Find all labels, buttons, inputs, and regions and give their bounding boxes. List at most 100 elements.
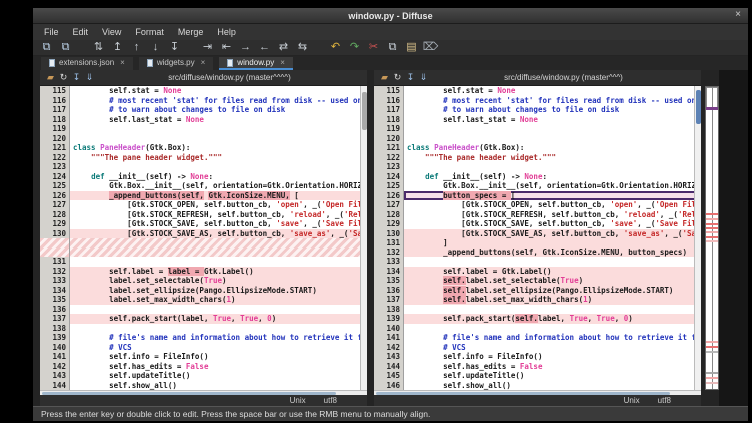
next-difference-button[interactable]: ↓: [146, 40, 165, 55]
tab-close-icon[interactable]: ×: [280, 58, 285, 67]
tab-widgets-py[interactable]: widgets.py×: [139, 57, 213, 70]
code-line[interactable]: 115 self.stat = None: [40, 86, 367, 96]
code-line[interactable]: 126 button_specs = [: [374, 191, 701, 201]
scrollbar-thumb[interactable]: [696, 90, 701, 124]
code-line[interactable]: [40, 238, 367, 248]
code-line[interactable]: 138: [374, 305, 701, 315]
code-line[interactable]: 144 self.show_all(): [40, 381, 367, 391]
menu-item-view[interactable]: View: [95, 27, 128, 37]
vertical-scrollbar[interactable]: [360, 86, 367, 390]
tab-extensions-json[interactable]: extensions.json×: [41, 57, 133, 70]
code-line[interactable]: 125 Gtk.Box.__init__(self, orientation=G…: [40, 181, 367, 191]
code-line[interactable]: 116 # most recent 'stat' for files read …: [374, 96, 701, 106]
menu-item-file[interactable]: File: [37, 27, 66, 37]
code-line[interactable]: 119: [40, 124, 367, 134]
code-line[interactable]: 141 self.info = FileInfo(): [40, 352, 367, 362]
realign-all-button[interactable]: ⇅: [89, 40, 108, 55]
code-line[interactable]: 121class PaneHeader(Gtk.Box):: [40, 143, 367, 153]
open-file-icon[interactable]: ▰: [378, 70, 391, 85]
horizontal-scrollbar[interactable]: [374, 390, 701, 395]
code-line[interactable]: 117 # to warn about changes to file on d…: [40, 105, 367, 115]
clear-edits-button[interactable]: ⌦: [421, 40, 440, 55]
code-line[interactable]: 131: [40, 257, 367, 267]
code-line[interactable]: 122 """The pane header widget.""": [374, 153, 701, 163]
save-file-icon[interactable]: ↧: [70, 70, 83, 85]
merge-from-left-then-right-button[interactable]: ⇄: [274, 40, 293, 55]
code-line[interactable]: 121class PaneHeader(Gtk.Box):: [374, 143, 701, 153]
scrollbar-thumb[interactable]: [42, 392, 336, 395]
code-line[interactable]: 140 # VCS: [40, 343, 367, 353]
scrollbar-thumb[interactable]: [362, 92, 367, 130]
code-line[interactable]: 122 """The pane header widget.""": [40, 153, 367, 163]
redo-button[interactable]: ↷: [345, 40, 364, 55]
merge-from-right-then-left-button[interactable]: ⇆: [293, 40, 312, 55]
code-line[interactable]: 124 def __init__(self) -> None:: [374, 172, 701, 182]
menu-item-format[interactable]: Format: [128, 27, 171, 37]
code-view-right[interactable]: 115 self.stat = None116 # most recent 's…: [374, 86, 701, 390]
code-line[interactable]: 137 self.pack_start(label, True, True, 0…: [40, 314, 367, 324]
code-line[interactable]: 116 # most recent 'stat' for files read …: [40, 96, 367, 106]
code-line[interactable]: 129 [Gtk.STOCK_SAVE, self.button_cb, 'sa…: [40, 219, 367, 229]
overview-map[interactable]: [705, 86, 719, 390]
code-line[interactable]: 146 self.show_all(): [374, 381, 701, 391]
code-line[interactable]: 132 _append_buttons(self, Gtk.IconSize.M…: [374, 248, 701, 258]
code-line[interactable]: 128 [Gtk.STOCK_REFRESH, self.button_cb, …: [40, 210, 367, 220]
code-line[interactable]: 130 [Gtk.STOCK_SAVE_AS, self.button_cb, …: [40, 229, 367, 239]
code-line[interactable]: 136: [40, 305, 367, 315]
code-line[interactable]: 117 # to warn about changes to file on d…: [374, 105, 701, 115]
code-line[interactable]: 126 _append_buttons(self, Gtk.IconSize.M…: [40, 191, 367, 201]
code-line[interactable]: 143 self.info = FileInfo(): [374, 352, 701, 362]
copy-selection-left-button[interactable]: ⇤: [217, 40, 236, 55]
code-line[interactable]: 137 self.label.set_max_width_chars(1): [374, 295, 701, 305]
tab-window-py[interactable]: window.py×: [219, 57, 293, 70]
code-line[interactable]: 145 self.updateTitle(): [374, 371, 701, 381]
code-line[interactable]: 133: [374, 257, 701, 267]
code-line[interactable]: 128 [Gtk.STOCK_REFRESH, self.button_cb, …: [374, 210, 701, 220]
code-line[interactable]: 120: [374, 134, 701, 144]
code-line[interactable]: 115 self.stat = None: [374, 86, 701, 96]
code-line[interactable]: 141 # file's name and information about …: [374, 333, 701, 343]
save-file-as-icon[interactable]: ⇓: [83, 70, 96, 85]
new-3way-file-merge-button[interactable]: ⧉: [56, 40, 75, 55]
new-2way-file-merge-button[interactable]: ⧉: [37, 40, 56, 55]
code-line[interactable]: 120: [40, 134, 367, 144]
code-line[interactable]: 118 self.last_stat = None: [40, 115, 367, 125]
code-line[interactable]: 124 def __init__(self) -> None:: [40, 172, 367, 182]
code-line[interactable]: 142 # VCS: [374, 343, 701, 353]
code-line[interactable]: 133 label.set_selectable(True): [40, 276, 367, 286]
previous-difference-button[interactable]: ↑: [127, 40, 146, 55]
code-line[interactable]: 127 [Gtk.STOCK_OPEN, self.button_cb, 'op…: [374, 200, 701, 210]
copy-selection-right-button[interactable]: ⇥: [198, 40, 217, 55]
titlebar[interactable]: window.py - Diffuse ×: [33, 8, 748, 24]
code-line[interactable]: [40, 248, 367, 258]
close-window-button[interactable]: ×: [735, 9, 741, 20]
code-line[interactable]: 139 # file's name and information about …: [40, 333, 367, 343]
code-line[interactable]: 127 [Gtk.STOCK_OPEN, self.button_cb, 'op…: [40, 200, 367, 210]
reload-file-icon[interactable]: ↻: [391, 70, 404, 85]
copy-right-into-selection-button[interactable]: ←: [255, 40, 274, 55]
paste-button[interactable]: ▤: [402, 40, 421, 55]
horizontal-scrollbar[interactable]: [40, 390, 367, 395]
save-file-icon[interactable]: ↧: [404, 70, 417, 85]
code-line[interactable]: 144 self.has_edits = False: [374, 362, 701, 372]
menu-item-edit[interactable]: Edit: [66, 27, 96, 37]
undo-button[interactable]: ↶: [326, 40, 345, 55]
code-line[interactable]: 123: [40, 162, 367, 172]
code-line[interactable]: 139 self.pack_start(self.label, True, Tr…: [374, 314, 701, 324]
code-line[interactable]: 134 self.label = Gtk.Label(): [374, 267, 701, 277]
first-difference-button[interactable]: ↥: [108, 40, 127, 55]
save-file-as-icon[interactable]: ⇓: [417, 70, 430, 85]
tab-close-icon[interactable]: ×: [120, 58, 125, 67]
code-line[interactable]: 143 self.updateTitle(): [40, 371, 367, 381]
code-line[interactable]: 138: [40, 324, 367, 334]
code-line[interactable]: 129 [Gtk.STOCK_SAVE, self.button_cb, 'sa…: [374, 219, 701, 229]
code-line[interactable]: 131 ]: [374, 238, 701, 248]
cut-button[interactable]: ✂: [364, 40, 383, 55]
menu-item-help[interactable]: Help: [210, 27, 243, 37]
reload-file-icon[interactable]: ↻: [57, 70, 70, 85]
vertical-scrollbar[interactable]: [694, 86, 701, 390]
copy-button[interactable]: ⧉: [383, 40, 402, 55]
code-line[interactable]: 118 self.last_stat = None: [374, 115, 701, 125]
copy-left-into-selection-button[interactable]: →: [236, 40, 255, 55]
last-difference-button[interactable]: ↧: [165, 40, 184, 55]
